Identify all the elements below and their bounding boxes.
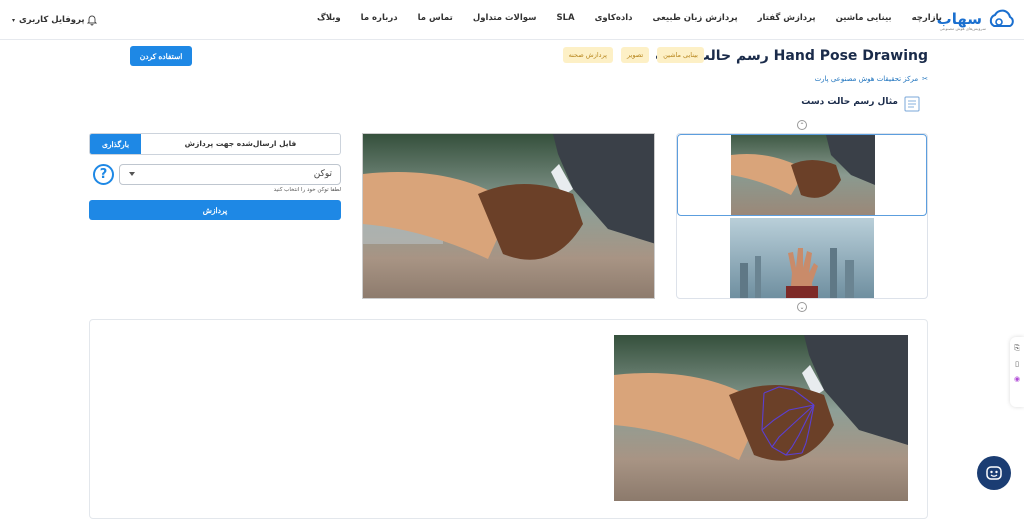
handshake-thumbnail [731,135,875,215]
link-icon: ✂ [922,75,928,83]
use-button[interactable]: استفاده کردن [130,46,192,66]
token-select-value: توکن [313,169,332,179]
nav-item-machine-vision[interactable]: بینایی ماشین [836,13,892,23]
robot-face-icon [986,466,1002,480]
upload-label: فایل ارسال‌شده جهت پردازش [184,139,297,148]
gallery-up-button[interactable]: ⌃ [797,120,807,130]
nav-item-bazarche[interactable]: بازارچه [912,13,942,23]
gallery-down-button[interactable]: ⌄ [797,302,807,312]
input-image-preview [362,133,655,299]
chat-bot-icon[interactable] [977,456,1011,490]
hand-city-thumbnail [730,218,874,298]
category-chips: بینایی ماشین تصویر پردازش صحنه [562,47,704,63]
help-icon[interactable]: ? [93,164,114,185]
upload-row: بارگذاری فایل ارسال‌شده جهت پردازش [89,133,341,155]
tool-icon-2[interactable]: ▯ [1010,360,1024,368]
cloud-logo-icon [989,9,1014,27]
token-hint: لطفا توکن خود را انتخاب کنید [273,187,341,193]
top-navbar: سهاب سرویس‌های هوش مصنوعی بازارچه بینایی… [0,0,1024,40]
main-nav: بازارچه بینایی ماشین پردازش گفتار پردازش… [317,13,942,23]
process-button[interactable]: پردازش [89,200,341,220]
nav-item-speech[interactable]: پردازش گفتار [758,13,816,23]
chip-image[interactable]: تصویر [620,47,650,63]
bell-icon[interactable] [86,14,98,26]
result-image [614,335,908,501]
handshake-image [363,134,654,298]
chip-scene-processing[interactable]: پردازش صحنه [562,47,613,63]
upload-button[interactable]: بارگذاری [90,134,141,154]
nav-item-data-mining[interactable]: داده‌کاوی [595,13,633,23]
logo-tagline: سرویس‌های هوش مصنوعی [939,26,986,31]
logo[interactable]: سهاب سرویس‌های هوش مصنوعی [937,8,1016,31]
example-gallery [676,133,928,299]
side-toolbar: ⎘ ▯ ◉ [1010,337,1024,407]
nav-item-about[interactable]: درباره ما [361,13,398,23]
nav-item-faq[interactable]: سوالات متداول [473,13,537,23]
provider-link[interactable]: ✂ مرکز تحقیقات هوش مصنوعی پارت [815,75,928,83]
profile-menu[interactable]: ▾ پروفایل کاربری [12,15,85,25]
nav-item-nlp[interactable]: پردازش زبان طبیعی [652,13,737,23]
nav-item-blog[interactable]: وبلاگ [317,13,341,23]
chevron-down-icon: ▾ [12,16,16,24]
tool-icon-1[interactable]: ⎘ [1010,344,1024,353]
gallery-thumb-2[interactable] [677,218,927,298]
chevron-down-icon [129,172,135,176]
hand-pose-output-image [614,335,908,501]
chip-machine-vision[interactable]: بینایی ماشین [657,47,704,63]
chevron-up-icon: ⌃ [799,121,805,129]
nav-item-contact[interactable]: تماس ما [418,13,453,23]
chevron-down-icon: ⌄ [799,303,805,311]
token-select[interactable]: توکن [119,164,341,185]
document-icon [904,96,920,112]
gallery-thumb-1[interactable] [677,134,927,216]
tool-icon-3[interactable]: ◉ [1010,375,1024,383]
provider-name: مرکز تحقیقات هوش مصنوعی پارت [814,75,919,83]
nav-item-sla[interactable]: SLA [556,13,574,23]
example-title: مثال رسم حالت دست [801,97,898,107]
profile-label: پروفایل کاربری [19,15,85,25]
